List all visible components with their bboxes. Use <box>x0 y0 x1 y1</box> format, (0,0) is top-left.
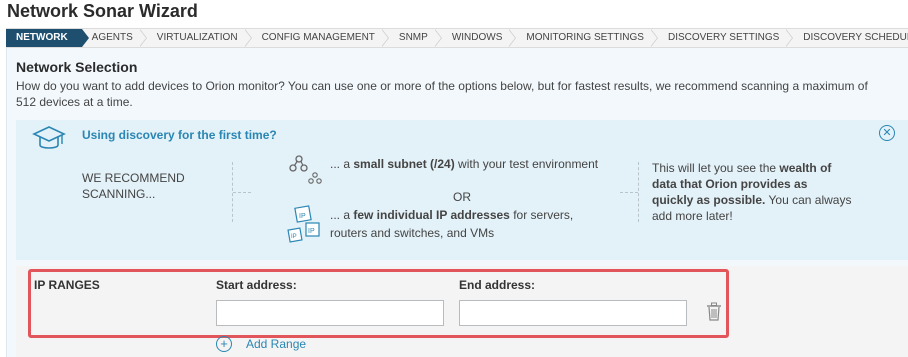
add-range-button[interactable]: + Add Range <box>216 336 306 352</box>
section-title: Network Selection <box>16 59 138 75</box>
trash-icon[interactable] <box>706 302 722 322</box>
step-discovery-settings[interactable]: DISCOVERY SETTINGS <box>658 29 794 47</box>
graduation-cap-icon <box>32 126 66 149</box>
step-agents[interactable]: AGENTS <box>82 29 147 47</box>
info-note: This will let you see the wealth of data… <box>652 161 852 223</box>
svg-text:IP: IP <box>299 213 306 220</box>
add-range-label: Add Range <box>246 337 307 351</box>
wizard-steps: NETWORK AGENTS VIRTUALIZATION CONFIG MAN… <box>6 28 908 48</box>
step-monitoring-settings[interactable]: MONITORING SETTINGS <box>516 29 658 47</box>
step-discovery-scheduling[interactable]: DISCOVERY SCHEDULING <box>793 29 908 47</box>
right-bracket-divider <box>620 162 639 222</box>
ip-address-icon: IP IP IP <box>287 205 320 243</box>
or-separator: OR <box>453 190 471 204</box>
start-address-input[interactable] <box>216 300 444 326</box>
step-network[interactable]: NETWORK <box>6 29 89 47</box>
start-address-label: Start address: <box>216 278 297 292</box>
subnet-icon <box>289 155 322 184</box>
recommend-text: WE RECOMMEND SCANNING... <box>82 171 185 201</box>
svg-text:IP: IP <box>308 228 315 235</box>
left-bracket-divider <box>232 162 251 222</box>
close-icon[interactable]: ✕ <box>879 125 895 141</box>
ip-ranges-label: IP RANGES <box>34 278 100 292</box>
step-snmp[interactable]: SNMP <box>389 29 442 47</box>
plus-circle-icon: + <box>216 336 232 352</box>
svg-text:IP: IP <box>291 234 297 240</box>
info-title: Using discovery for the first time? <box>82 128 277 142</box>
section-description: How do you want to add devices to Orion … <box>16 79 868 109</box>
option-ip-text: ... a few individual IP addresses for se… <box>330 208 574 240</box>
step-windows[interactable]: WINDOWS <box>442 29 517 47</box>
option-subnet-text: ... a small subnet (/24) with your test … <box>330 157 599 171</box>
wizard-title: Network Sonar Wizard <box>7 1 198 21</box>
end-address-input[interactable] <box>459 300 687 326</box>
end-address-label: End address: <box>459 278 536 292</box>
step-virtualization[interactable]: VIRTUALIZATION <box>147 29 252 47</box>
step-config-management[interactable]: CONFIG MANAGEMENT <box>252 29 390 47</box>
